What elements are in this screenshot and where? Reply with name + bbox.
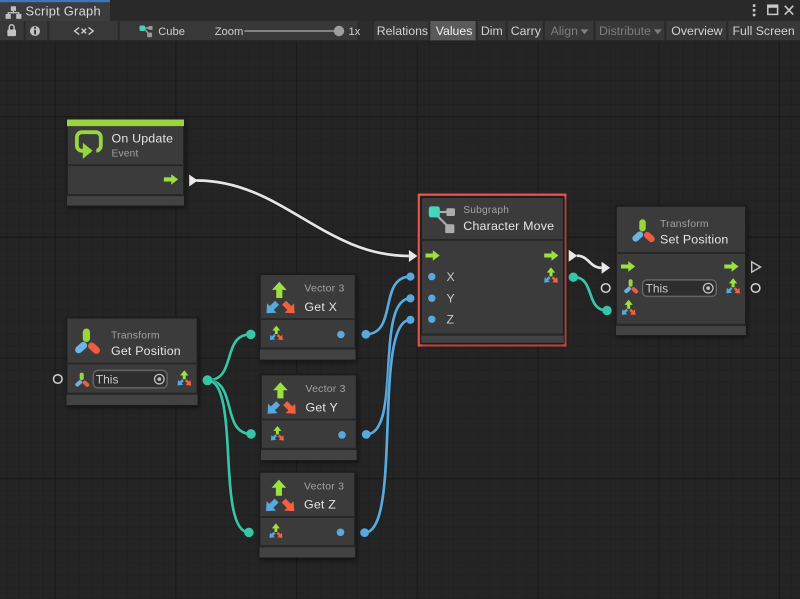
svg-text:Cube: Cube: [158, 26, 185, 38]
svg-text:Dim: Dim: [481, 24, 503, 38]
svg-text:Character Move: Character Move: [463, 219, 554, 233]
svg-text:Event: Event: [112, 148, 139, 159]
svg-text:Values: Values: [436, 24, 473, 38]
svg-text:Get Y: Get Y: [306, 400, 338, 414]
svg-text:Z: Z: [447, 313, 455, 327]
svg-text:Carry: Carry: [511, 24, 542, 38]
svg-text:This: This: [646, 281, 669, 295]
svg-text:Zoom: Zoom: [215, 26, 244, 38]
svg-text:Relations: Relations: [377, 24, 428, 38]
svg-text:Align: Align: [551, 24, 579, 38]
svg-text:Vector 3: Vector 3: [304, 283, 344, 295]
svg-text:Get Position: Get Position: [111, 344, 181, 358]
svg-text:This: This: [96, 372, 119, 386]
svg-text:Full Screen: Full Screen: [733, 24, 795, 38]
svg-text:X: X: [447, 270, 455, 284]
svg-text:Y: Y: [447, 292, 455, 306]
svg-text:Transform: Transform: [111, 331, 160, 342]
svg-text:Vector 3: Vector 3: [306, 383, 346, 395]
svg-text:1x: 1x: [349, 26, 361, 38]
svg-text:Vector 3: Vector 3: [304, 480, 344, 492]
svg-text:On Update: On Update: [112, 131, 174, 145]
svg-text:Distribute: Distribute: [599, 24, 651, 38]
svg-text:Overview: Overview: [671, 24, 722, 38]
svg-text:Set Position: Set Position: [660, 233, 729, 247]
svg-text:Subgraph: Subgraph: [463, 205, 509, 216]
svg-text:Script Graph: Script Graph: [26, 3, 101, 18]
svg-text:Get Z: Get Z: [304, 498, 336, 512]
svg-text:Get X: Get X: [304, 300, 337, 314]
svg-text:Transform: Transform: [660, 219, 709, 230]
